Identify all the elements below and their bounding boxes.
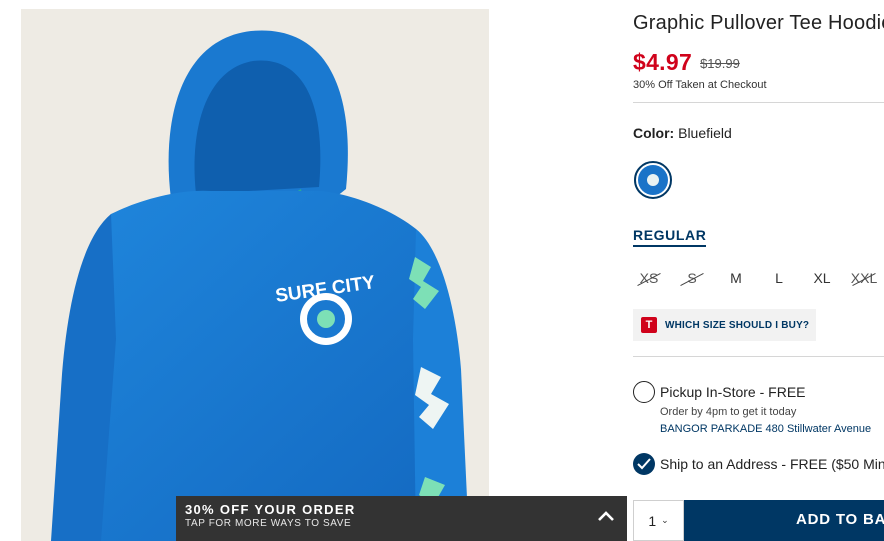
chevron-up-icon[interactable] [597,510,615,522]
size-label: XL [813,270,831,286]
promo-title: 30% OFF YOUR ORDER [185,502,356,517]
swatch-graphic [638,165,668,195]
size-label: L [775,270,783,286]
price-row: $4.97 $19.99 [633,49,740,76]
color-swatch-bluefield[interactable] [634,161,672,199]
size-guide-t-icon: T [641,317,657,333]
quantity-value: 1 [648,512,657,529]
size-option-s[interactable]: S [677,270,707,287]
size-option-l[interactable]: L [764,270,794,286]
chevron-down-icon: ⌄ [661,515,669,525]
size-option-xl[interactable]: XL [807,270,837,286]
divider [633,102,884,103]
size-guide-label: WHICH SIZE SHOULD I BUY? [665,319,810,331]
discount-note: 30% Off Taken at Checkout [633,79,767,91]
ship-radio[interactable] [633,453,655,475]
size-option-m[interactable]: M [721,270,751,286]
tab-regular-fit[interactable]: REGULAR [633,227,707,247]
pickup-label: Pickup In-Store - FREE [660,384,806,400]
add-to-bag-button[interactable]: ADD TO BAG [684,500,884,541]
color-label: Color: [633,125,675,141]
pickup-radio[interactable] [633,381,655,403]
size-guide-button[interactable]: T WHICH SIZE SHOULD I BUY? [633,309,816,341]
product-details-panel: Graphic Pullover Tee Hoodie $4.97 $19.99 … [633,0,884,541]
promo-subtitle: TAP FOR MORE WAYS TO SAVE [185,518,352,529]
ship-label: Ship to an Address - FREE ($50 Min) [660,456,884,472]
checkmark-icon [637,458,651,470]
pickup-cutoff-note: Order by 4pm to get it today [660,406,797,418]
sale-price: $4.97 [633,49,693,75]
color-value: Bluefield [678,125,732,141]
original-price: $19.99 [700,56,740,71]
product-title: Graphic Pullover Tee Hoodie [633,12,884,34]
color-row: Color: Bluefield [633,125,732,141]
size-option-xs[interactable]: XS [634,270,664,287]
store-link[interactable]: BANGOR PARKADE 480 Stillwater Avenue [660,423,871,435]
promo-drawer[interactable]: 30% OFF YOUR ORDER TAP FOR MORE WAYS TO … [176,496,627,541]
divider [633,356,884,357]
size-selector: XS S M L XL XXL [633,270,884,290]
hoodie-illustration: SURF CITY [51,30,469,541]
quantity-select[interactable]: 1 ⌄ [633,500,684,541]
product-image[interactable]: SURF CITY [21,9,489,541]
size-option-xxl[interactable]: XXL [849,270,879,287]
size-label: M [730,270,742,286]
